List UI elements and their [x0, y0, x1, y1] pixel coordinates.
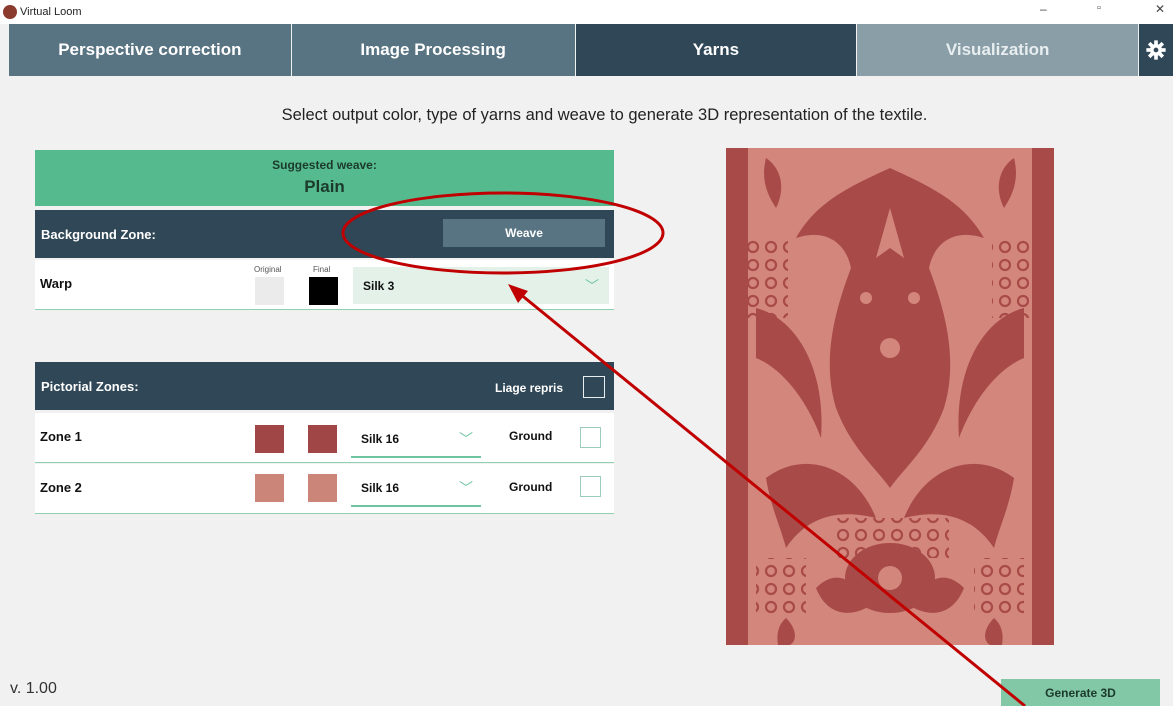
zone-final-color-swatch[interactable] [308, 425, 337, 453]
generate-3d-button[interactable]: Generate 3D [1001, 679, 1160, 706]
zone-label: Zone 2 [40, 480, 82, 495]
original-color-label: Original [254, 265, 282, 274]
zone-yarn-value: Silk 16 [361, 481, 400, 495]
zone-original-color-swatch [255, 474, 284, 502]
instructions-text: Select output color, type of yarns and w… [281, 106, 928, 124]
zone-label: Zone 1 [40, 429, 82, 444]
zone-final-color-swatch[interactable] [308, 474, 337, 502]
warp-label: Warp [40, 276, 73, 291]
final-color-label: Final [313, 265, 331, 274]
zone-row-1: Zone 1 Silk 16 ﹀ Ground [35, 413, 614, 463]
window-titlebar: Virtual Loom – ▫ ✕ [0, 0, 1173, 24]
liage-repris-label: Liage repris [495, 381, 564, 395]
main-tabs: Perspective correction Image Processing … [9, 24, 1173, 76]
suggested-weave-panel: Suggested weave: Plain [35, 150, 614, 206]
textile-pattern [726, 148, 1054, 645]
zone-row-2: Zone 2 Silk 16 ﹀ Ground [35, 464, 614, 514]
suggested-weave-label: Suggested weave: [272, 158, 377, 172]
warp-final-color-swatch[interactable] [309, 277, 338, 305]
pictorial-zones-title: Pictorial Zones: [41, 378, 139, 394]
ground-checkbox[interactable] [580, 476, 601, 497]
chevron-down-icon: ﹀ [585, 278, 599, 294]
zone-yarn-select[interactable]: Silk 16 ﹀ [351, 471, 481, 507]
warp-row: Warp Original Final Silk 3 ﹀ [35, 260, 614, 310]
zone-yarn-value: Silk 16 [361, 432, 400, 446]
tab-visualization[interactable]: Visualization [857, 24, 1139, 76]
gear-icon [1146, 40, 1166, 60]
ground-label: Ground [509, 480, 553, 494]
ground-checkbox[interactable] [580, 427, 601, 448]
warp-original-color-swatch [255, 277, 284, 305]
chevron-down-icon: ﹀ [459, 480, 473, 496]
ground-label: Ground [509, 429, 553, 443]
background-zone-title: Background Zone: [41, 226, 156, 242]
textile-preview-image [726, 148, 1054, 645]
tab-perspective-correction[interactable]: Perspective correction [9, 24, 291, 76]
warp-yarn-value: Silk 3 [363, 279, 395, 293]
window-title: Virtual Loom [20, 6, 82, 18]
liage-repris-checkbox[interactable] [583, 376, 605, 398]
close-icon[interactable]: ✕ [1155, 2, 1165, 16]
version-label: v. 1.00 [10, 680, 57, 697]
app-logo-icon [3, 5, 17, 19]
tab-yarns[interactable]: Yarns [575, 24, 857, 76]
restore-icon[interactable]: ▫ [1097, 2, 1101, 14]
minimize-icon[interactable]: – [1040, 2, 1047, 16]
zone-original-color-swatch [255, 425, 284, 453]
weave-button[interactable]: Weave [443, 219, 605, 247]
settings-button[interactable] [1139, 24, 1173, 76]
tab-image-processing[interactable]: Image Processing [291, 24, 575, 76]
zone-yarn-select[interactable]: Silk 16 ﹀ [351, 422, 481, 458]
suggested-weave-value: Plain [304, 177, 345, 196]
chevron-down-icon: ﹀ [459, 431, 473, 447]
warp-yarn-select[interactable]: Silk 3 ﹀ [353, 267, 609, 304]
